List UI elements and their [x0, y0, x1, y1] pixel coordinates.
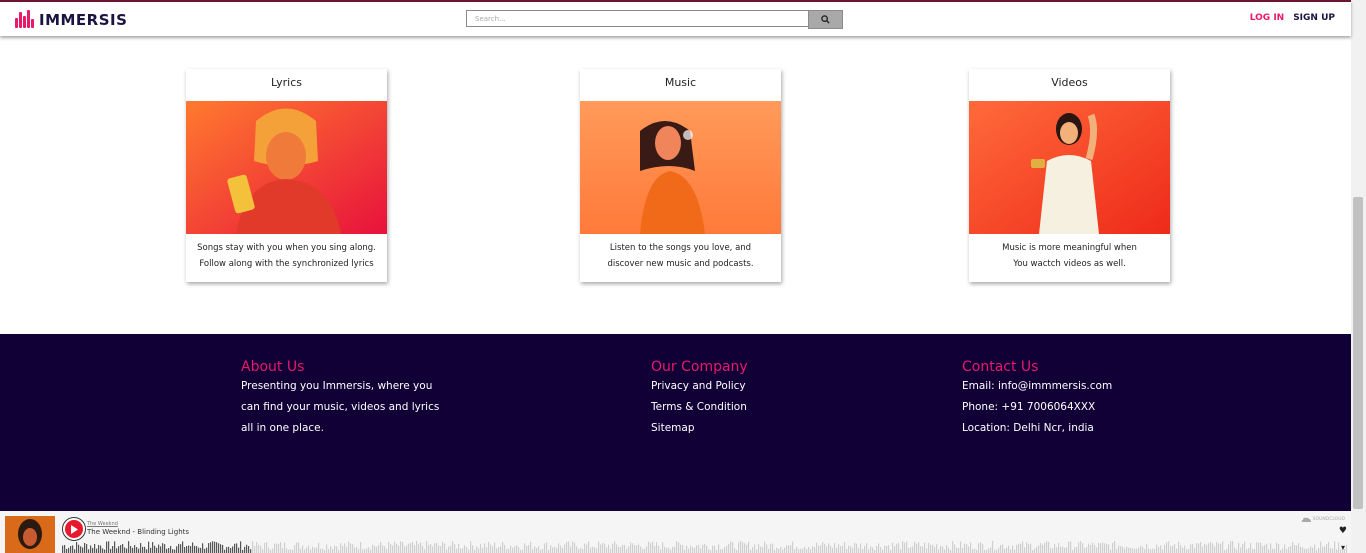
- site-footer: About Us Presenting you Immersis, where …: [0, 334, 1351, 511]
- waveform[interactable]: [62, 541, 1347, 553]
- footer-text: Presenting you Immersis, where you: [241, 380, 433, 392]
- card-description: Listen to the songs you love, and discov…: [607, 243, 754, 269]
- footer-text: can find your music, videos and lyrics: [241, 401, 440, 413]
- card-image-videos: [969, 101, 1170, 234]
- track-title[interactable]: The Weeknd - Blinding Lights: [87, 528, 189, 536]
- search-input[interactable]: [466, 10, 808, 27]
- card-description: Songs stay with you when you sing along.…: [197, 243, 376, 269]
- search-bar: [466, 10, 843, 29]
- card-videos[interactable]: Videos Music is more meaningful when You…: [969, 69, 1170, 282]
- chevron-down-icon[interactable]: ▾: [1341, 543, 1345, 552]
- card-lyrics[interactable]: Lyrics Songs stay with you when you sing…: [186, 69, 387, 282]
- contact-email: Email: info@immmersis.com: [962, 380, 1113, 392]
- footer-heading-contact: Contact Us: [962, 359, 1039, 375]
- card-title: Videos: [1051, 76, 1088, 89]
- play-button[interactable]: [62, 517, 86, 541]
- footer-contact: Contact Us Email: info@immmersis.com Pho…: [962, 358, 1112, 439]
- footer-link-sitemap[interactable]: Sitemap: [651, 418, 748, 439]
- contact-phone: Phone: +91 7006064XXX: [962, 401, 1096, 413]
- soundcloud-logo[interactable]: SOUNDCLOUD: [1301, 517, 1345, 522]
- footer-link-terms[interactable]: Terms & Condition: [651, 397, 748, 418]
- card-title: Music: [664, 76, 697, 89]
- footer-heading-about: About Us: [241, 359, 305, 375]
- card-image-lyrics: [186, 101, 387, 234]
- footer-link-privacy[interactable]: Privacy and Policy: [651, 376, 748, 397]
- footer-text: all in one place.: [241, 422, 324, 434]
- scrollbar-thumb[interactable]: [1353, 197, 1363, 509]
- play-icon: [71, 524, 78, 534]
- site-logo[interactable]: IMMERSIS: [15, 9, 127, 31]
- card-description: Music is more meaningful when You wactch…: [1002, 243, 1137, 269]
- heart-icon[interactable]: ♥: [1339, 526, 1347, 536]
- footer-company: Our Company Privacy and Policy Terms & C…: [651, 358, 748, 439]
- footer-about: About Us Presenting you Immersis, where …: [241, 358, 439, 439]
- card-music[interactable]: Music Listen to the songs you love, and …: [580, 69, 781, 282]
- card-image-music: [580, 101, 781, 234]
- footer-heading-company: Our Company: [651, 359, 748, 375]
- artist-link[interactable]: The Weeknd: [87, 521, 118, 527]
- logo-bars-icon: [15, 10, 37, 30]
- auth-links: LOG IN SIGN UP: [1250, 13, 1335, 23]
- cloud-icon: [1301, 517, 1311, 522]
- logo-text: IMMERSIS: [39, 11, 128, 29]
- album-cover: [5, 516, 55, 553]
- login-link[interactable]: LOG IN: [1250, 13, 1284, 23]
- top-navbar: IMMERSIS LOG IN SIGN UP: [0, 0, 1351, 36]
- card-title: Lyrics: [271, 76, 302, 89]
- search-button[interactable]: [808, 10, 843, 29]
- contact-location: Location: Delhi Ncr, india: [962, 422, 1094, 434]
- soundcloud-player: The Weeknd The Weeknd - Blinding Lights …: [0, 511, 1351, 553]
- signup-link[interactable]: SIGN UP: [1293, 13, 1335, 23]
- search-icon: [821, 15, 830, 24]
